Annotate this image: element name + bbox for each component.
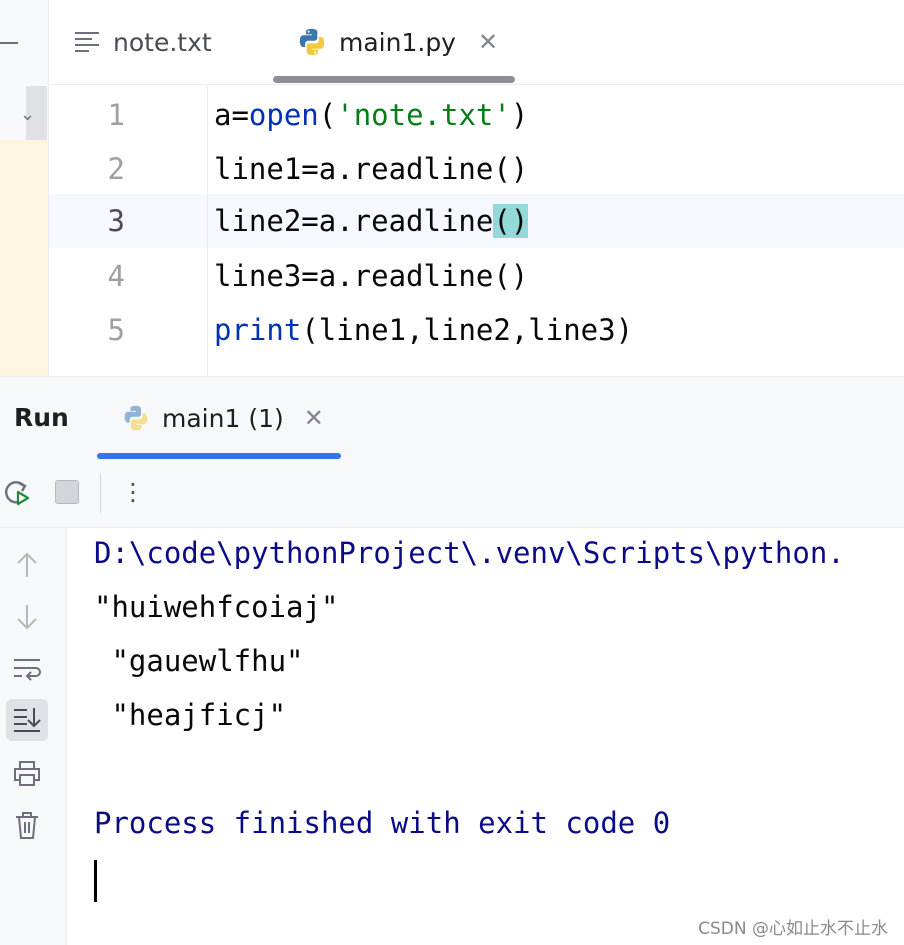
code-text: line1=a.readline() — [214, 152, 529, 186]
close-run-tab-icon[interactable]: ✕ — [304, 404, 324, 432]
scroll-down-button[interactable] — [6, 596, 48, 638]
text-caret — [94, 860, 97, 902]
stop-icon — [55, 480, 79, 504]
arrow-up-icon — [17, 552, 37, 577]
change-marker-area — [0, 140, 48, 376]
code-text: print(line1,line2,line3) — [214, 313, 634, 347]
tab-label: note.txt — [113, 27, 212, 57]
printer-icon — [14, 761, 40, 786]
active-tab-indicator — [273, 76, 515, 83]
code-text: a=open('note.txt') — [214, 98, 529, 132]
line-number: 5 — [107, 313, 125, 347]
more-vertical-icon: ⋮ — [121, 478, 145, 506]
code-text: line3=a.readline() — [214, 259, 529, 293]
run-panel-title: Run — [14, 403, 69, 432]
scroll-to-end-button[interactable] — [6, 699, 48, 741]
rerun-icon — [5, 481, 30, 506]
console-line: "heajficj" — [94, 698, 287, 732]
rerun-button[interactable] — [0, 475, 34, 509]
close-tab-icon[interactable]: ✕ — [478, 28, 498, 56]
line-number: 4 — [107, 259, 125, 293]
more-options-button[interactable]: ⋮ — [116, 475, 150, 509]
code-line[interactable]: 2 line1=a.readline() — [49, 142, 904, 196]
watermark: CSDN @心如止水不止水 — [698, 919, 888, 939]
toolbar-separator — [100, 473, 101, 513]
scroll-to-end-icon — [14, 708, 41, 732]
code-text: line2=a.readline() — [214, 204, 529, 238]
code-line[interactable]: 5 print(line1,line2,line3) — [49, 303, 904, 357]
console-line: "huiwehfcoiaj" — [94, 590, 339, 624]
code-line-current[interactable]: 3 line2=a.readline() — [49, 194, 904, 248]
line-number: 1 — [107, 98, 125, 132]
python-icon — [124, 405, 148, 431]
run-toolbar: ⋮ — [0, 459, 904, 528]
left-gutter-strip: ⌄ — [0, 0, 49, 376]
stop-button[interactable] — [50, 475, 84, 509]
brace-highlight: () — [493, 204, 529, 238]
console-side-toolbar — [0, 528, 67, 945]
clear-all-button[interactable] — [6, 804, 48, 846]
collapse-dash-icon[interactable] — [0, 42, 18, 44]
tab-main1-py[interactable]: main1.py ✕ — [297, 0, 498, 84]
run-panel-header: Run main1 (1) ✕ — [0, 376, 904, 460]
console-line: "gauewlfhu" — [94, 644, 304, 678]
soft-wrap-button[interactable] — [6, 648, 48, 690]
line-number: 3 — [107, 204, 125, 238]
python-icon — [299, 28, 325, 56]
code-line[interactable]: 4 line3=a.readline() — [49, 249, 904, 303]
run-tab-label: main1 (1) — [162, 403, 284, 433]
arrow-down-icon — [17, 605, 37, 630]
print-button[interactable] — [6, 752, 48, 794]
chevron-down-icon[interactable]: ⌄ — [20, 104, 35, 125]
soft-wrap-icon — [14, 659, 41, 681]
code-editor[interactable]: 1 a=open('note.txt') 2 line1=a.readline(… — [49, 86, 904, 376]
code-line[interactable]: 1 a=open('note.txt') — [49, 88, 904, 142]
scroll-up-button[interactable] — [6, 544, 48, 586]
console-line-exit: Process finished with exit code 0 — [94, 806, 671, 840]
run-tab-main1[interactable]: main1 (1) ✕ — [122, 377, 324, 459]
console-output[interactable]: D:\code\pythonProject\.venv\Scripts\pyth… — [94, 532, 904, 945]
tab-label: main1.py — [339, 27, 456, 57]
tab-note-txt[interactable]: note.txt — [75, 0, 212, 84]
gutter-divider — [207, 86, 208, 376]
trash-icon — [16, 812, 38, 839]
line-number: 2 — [107, 152, 125, 186]
console-line-command: D:\code\pythonProject\.venv\Scripts\pyth… — [94, 536, 845, 570]
text-file-icon — [75, 32, 99, 52]
editor-tab-bar: note.txt main1.py ✕ — [49, 0, 904, 85]
